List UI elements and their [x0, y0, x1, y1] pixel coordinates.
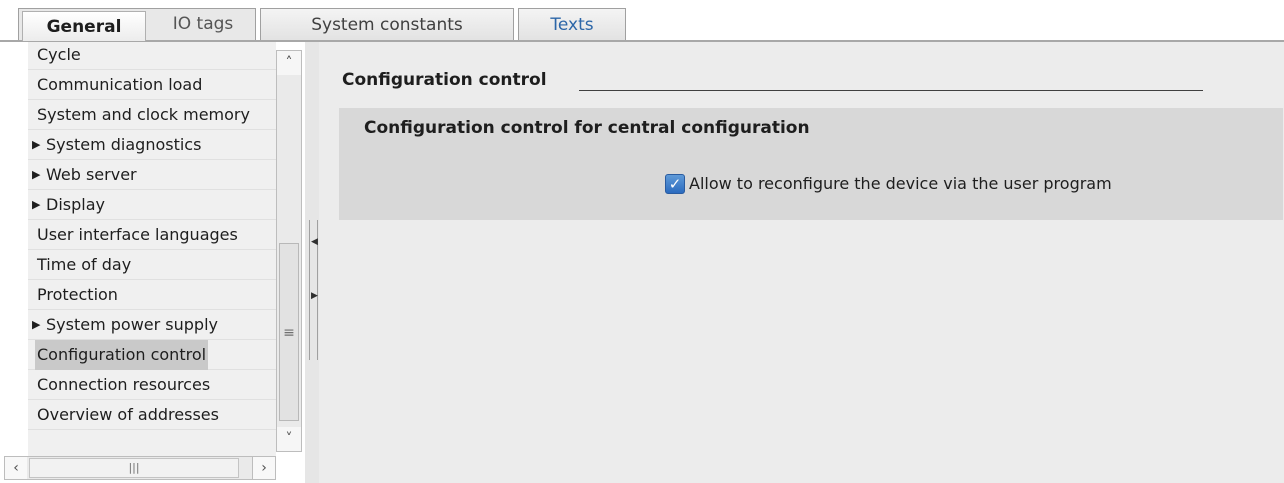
expand-right-icon[interactable]: ▶ [311, 292, 318, 301]
scroll-down-icon[interactable]: ˅ [277, 427, 301, 451]
expand-arrow-icon[interactable]: ▶ [32, 130, 46, 160]
nav-item-user-interface-languages[interactable]: User interface languages [28, 220, 276, 250]
nav-item-system-clock-memory[interactable]: System and clock memory [28, 100, 276, 130]
nav-item-label: Protection [37, 285, 118, 304]
tab-system-constants[interactable]: System constants [260, 8, 514, 41]
nav-item-label: Communication load [37, 75, 203, 94]
group-title: Configuration control for central config… [364, 118, 810, 138]
nav-item-cycle[interactable]: Cycle [28, 42, 276, 70]
scroll-left-icon[interactable]: ‹ [5, 457, 27, 479]
nav-item-protection[interactable]: Protection [28, 280, 276, 310]
nav-item-configuration-control[interactable]: Configuration control [28, 340, 276, 370]
tab-bar: General IO tags System constants Texts [0, 0, 1284, 42]
nav-item-overview-of-addresses[interactable]: Overview of addresses [28, 400, 276, 430]
reconfigure-checkbox[interactable]: ✓ [665, 174, 685, 194]
nav-item-label: System power supply [46, 315, 218, 334]
tab-io-tags[interactable]: IO tags [150, 8, 256, 41]
nav-item-web-server[interactable]: ▶ Web server [28, 160, 276, 190]
nav-item-label: System diagnostics [46, 135, 202, 154]
nav-item-label: System and clock memory [37, 105, 250, 124]
nav-item-label: Configuration control [35, 340, 209, 370]
nav-item-communication-load[interactable]: Communication load [28, 70, 276, 100]
nav-vertical-scrollbar[interactable]: ˄ ≡ ˅ [276, 50, 302, 452]
expand-arrow-icon[interactable]: ▶ [32, 190, 46, 220]
nav-item-label: Time of day [37, 255, 132, 274]
nav-item-label: Web server [46, 165, 137, 184]
grip-icon: ||| [128, 461, 140, 474]
nav-item-label: Display [46, 195, 105, 214]
tab-texts[interactable]: Texts [518, 8, 626, 41]
nav-item-label: User interface languages [37, 225, 238, 244]
reconfigure-checkbox-label[interactable]: Allow to reconfigure the device via the … [689, 174, 1112, 194]
property-navigation-tree: Cycle Communication load System and cloc… [28, 42, 276, 460]
nav-horizontal-scrollbar[interactable]: ‹ ||| › [4, 456, 276, 480]
nav-item-label: Connection resources [37, 375, 211, 394]
scrollbar-thumb[interactable]: ||| [29, 458, 239, 478]
grip-icon: ≡ [283, 325, 295, 341]
scroll-right-icon[interactable]: › [252, 457, 275, 479]
tab-general[interactable]: General [22, 11, 146, 41]
config-control-group: Configuration control for central config… [339, 108, 1283, 220]
nav-item-display[interactable]: ▶ Display [28, 190, 276, 220]
collapse-left-icon[interactable]: ◀ [311, 238, 318, 247]
properties-content: Configuration control Configuration cont… [319, 42, 1284, 483]
scroll-up-icon[interactable]: ˄ [277, 51, 301, 75]
nav-item-connection-resources[interactable]: Connection resources [28, 370, 276, 400]
nav-item-label: Overview of addresses [37, 405, 219, 424]
expand-arrow-icon[interactable]: ▶ [32, 160, 46, 190]
section-title: Configuration control [342, 70, 559, 90]
expand-arrow-icon[interactable]: ▶ [32, 310, 46, 340]
nav-item-system-diagnostics[interactable]: ▶ System diagnostics [28, 130, 276, 160]
scrollbar-thumb[interactable]: ≡ [279, 243, 299, 421]
check-icon: ✓ [668, 175, 682, 193]
nav-item-time-of-day[interactable]: Time of day [28, 250, 276, 280]
nav-item-system-power-supply[interactable]: ▶ System power supply [28, 310, 276, 340]
pane-splitter[interactable]: ◀ ▶ [305, 42, 319, 483]
section-divider [579, 90, 1203, 91]
nav-item-label: Cycle [37, 45, 81, 64]
